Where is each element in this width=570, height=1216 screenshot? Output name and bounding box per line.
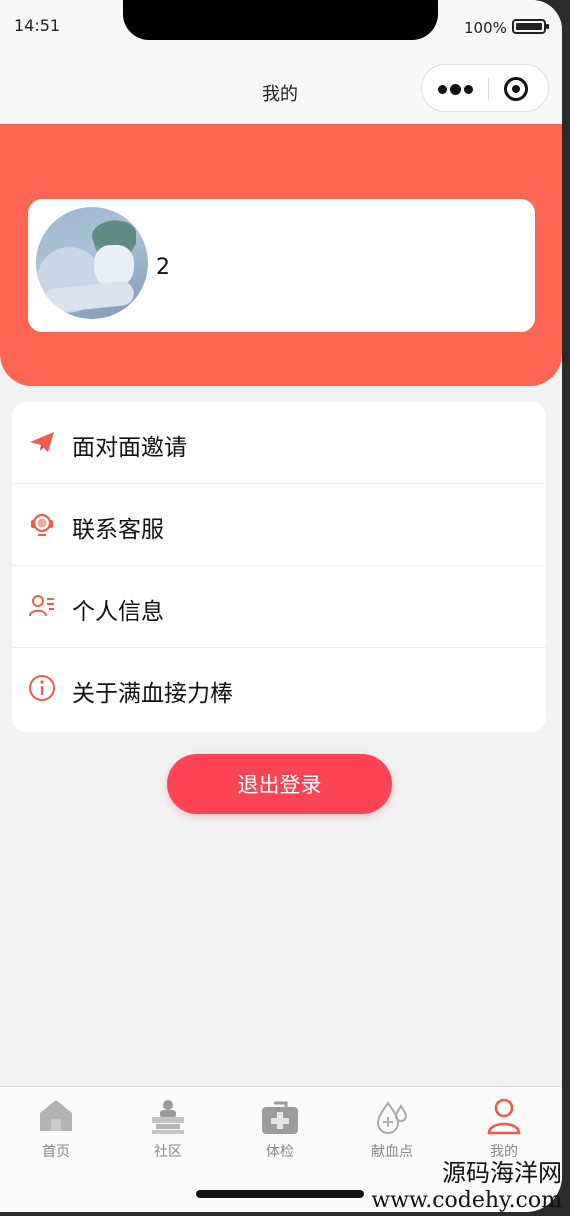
profile-icon (487, 1098, 521, 1135)
watermark-line2: www.codehy.com (371, 1188, 562, 1213)
battery-percent: 100% (464, 19, 507, 37)
profile-header: 2 (0, 124, 562, 386)
watermark-line1: 源码海洋网 (442, 1159, 562, 1187)
nav-bar: 我的 (0, 52, 562, 124)
medical-kit-icon (262, 1101, 298, 1134)
mini-program-capsule (421, 64, 549, 112)
menu-item-label: 个人信息 (72, 599, 164, 625)
menu-item-label: 面对面邀请 (72, 435, 187, 461)
more-dots-icon[interactable] (436, 77, 482, 99)
battery-icon (512, 19, 549, 34)
tab-home[interactable]: 首页 (0, 1097, 112, 1177)
menu-item-about[interactable]: 关于满血接力棒 (12, 648, 546, 730)
watermark: 源码海洋网 www.codehy.com (371, 1158, 562, 1214)
user-name: 2 (156, 255, 170, 280)
menu-item-personal-info[interactable]: 个人信息 (12, 566, 546, 648)
paper-plane-icon (30, 432, 54, 452)
community-icon (152, 1100, 184, 1134)
tab-checkup[interactable]: 体检 (224, 1097, 336, 1177)
menu-item-label: 联系客服 (72, 517, 164, 543)
avatar[interactable] (36, 207, 148, 319)
phone-screen: 14:51 100% 我的 2 面对面邀请 联系客服 个人信息 关于满血接力棒 … (0, 0, 562, 1212)
close-target-icon[interactable] (504, 77, 528, 101)
user-info-icon (29, 595, 54, 617)
notch (123, 0, 438, 40)
status-bar: 14:51 100% (0, 0, 562, 52)
tab-label: 社区 (154, 1144, 182, 1160)
logout-button[interactable]: 退出登录 (167, 754, 392, 814)
menu-item-invite[interactable]: 面对面邀请 (12, 402, 546, 484)
capsule-divider (488, 78, 489, 100)
tab-label: 体检 (266, 1144, 294, 1160)
home-icon (40, 1100, 72, 1131)
menu-list: 面对面邀请 联系客服 个人信息 关于满血接力棒 (12, 402, 546, 732)
info-icon (29, 675, 55, 701)
home-indicator (196, 1190, 364, 1198)
blood-drop-icon (376, 1101, 408, 1134)
menu-item-customer-service[interactable]: 联系客服 (12, 484, 546, 566)
menu-item-label: 关于满血接力棒 (72, 681, 233, 707)
status-time: 14:51 (14, 16, 61, 35)
profile-card[interactable]: 2 (28, 199, 535, 332)
headset-icon (31, 513, 53, 536)
tab-community[interactable]: 社区 (112, 1097, 224, 1177)
tab-label: 首页 (42, 1144, 70, 1160)
